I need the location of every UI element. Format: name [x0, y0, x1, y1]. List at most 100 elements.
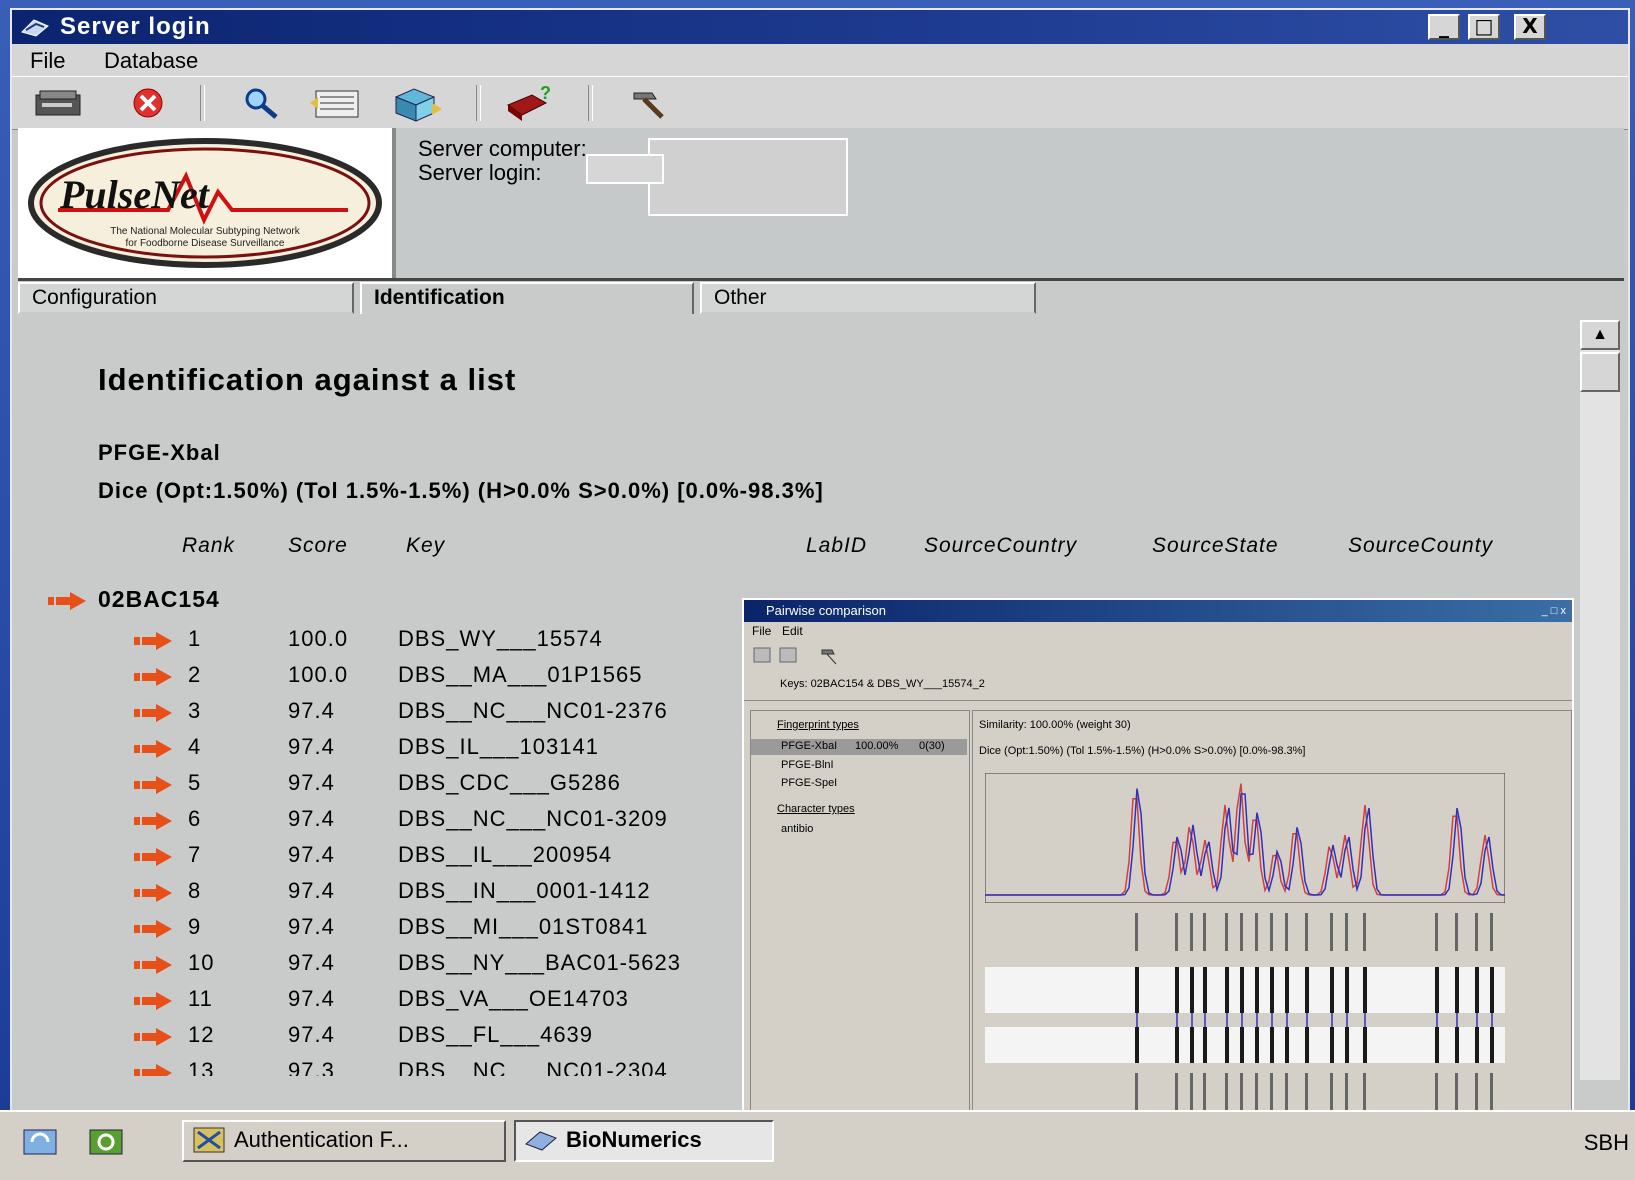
selected-fingerprint-row[interactable]: PFGE-XbaI 100.00% 0(30) — [751, 739, 967, 755]
column-header-rank: Rank — [182, 534, 236, 557]
close-button[interactable]: X — [1514, 14, 1546, 40]
result-key: DBS__NC___NC01-2304 — [398, 1058, 668, 1076]
result-row[interactable]: 4 97.4 DBS_IL___103141 — [18, 734, 738, 766]
result-key: DBS_VA___OE14703 — [398, 986, 629, 1011]
search-icon[interactable] — [234, 83, 290, 123]
gel-band — [1270, 1027, 1274, 1063]
server-computer-field[interactable] — [648, 138, 848, 216]
arrow-icon — [134, 776, 172, 794]
taskbar: Authentication F... BioNumerics SBH — [0, 1110, 1635, 1180]
result-rank: 9 — [188, 914, 202, 939]
result-score: 100.0 — [288, 662, 349, 687]
server-login-field[interactable] — [586, 154, 664, 184]
help-book-icon[interactable]: ? — [502, 83, 558, 123]
pairwise-tool-icons[interactable] — [752, 644, 842, 668]
result-score: 97.4 — [288, 950, 335, 975]
pairwise-menu-bar: File Edit — [744, 622, 1572, 640]
page-title: Identification against a list — [98, 362, 517, 397]
server-info-panel: PulseNet The National Molecular Subtypin… — [18, 128, 1624, 281]
result-row[interactable]: 8 97.4 DBS__IN___0001-1412 — [18, 878, 738, 910]
arrow-icon — [134, 992, 172, 1010]
result-score: 97.4 — [288, 878, 335, 903]
pairwise-menu-file[interactable]: File — [752, 624, 771, 638]
gel-band — [1305, 967, 1309, 1013]
result-row[interactable]: 7 97.4 DBS__IL___200954 — [18, 842, 738, 874]
result-row[interactable]: 6 97.4 DBS__NC___NC01-3209 — [18, 806, 738, 838]
character-types-link[interactable]: Character types — [777, 803, 855, 815]
title-bar[interactable]: Server login _ □ X — [12, 10, 1628, 44]
scroll-up-button[interactable]: ▲ — [1580, 320, 1620, 350]
result-key: DBS__FL___4639 — [398, 1022, 594, 1047]
result-score: 97.4 — [288, 698, 335, 723]
pairwise-title-bar[interactable]: Pairwise comparison _ □ x — [744, 600, 1572, 622]
band-size-tick — [1175, 913, 1178, 951]
pulsenet-logo-panel: PulseNet The National Molecular Subtypin… — [18, 128, 396, 278]
fingerprint-type-blni[interactable]: PFGE-BlnI — [781, 759, 834, 771]
gel-lane — [985, 967, 1505, 1013]
result-key: DBS_WY___15574 — [398, 626, 603, 651]
hammer-icon[interactable] — [618, 83, 674, 123]
fingerprint-type-spei[interactable]: PFGE-SpeI — [781, 777, 837, 789]
gel-band — [1135, 1027, 1139, 1063]
result-key: DBS__NC___NC01-2376 — [398, 698, 668, 723]
minimize-button[interactable]: _ — [1428, 14, 1460, 40]
result-row[interactable]: 10 97.4 DBS__NY___BAC01-5623 — [18, 950, 738, 982]
densitometric-curve — [985, 773, 1505, 903]
arrow-icon — [134, 1028, 172, 1046]
result-rank: 4 — [188, 734, 202, 759]
arrow-icon — [134, 668, 172, 686]
menu-database[interactable]: Database — [104, 48, 198, 74]
column-header-sourcecountry: SourceCountry — [924, 534, 1078, 557]
band-size-tick — [1305, 913, 1308, 951]
result-rank: 8 — [188, 878, 202, 903]
pairwise-type-list: Fingerprint types PFGE-XbaI 100.00% 0(30… — [750, 710, 970, 1167]
pairwise-menu-edit[interactable]: Edit — [782, 624, 803, 638]
result-row[interactable]: 5 97.4 DBS_CDC___G5286 — [18, 770, 738, 802]
result-row[interactable]: 3 97.4 DBS__NC___NC01-2376 — [18, 698, 738, 730]
result-rank: 6 — [188, 806, 202, 831]
result-list: 1 100.0 DBS_WY___15574 2 100.0 DBS__MA___01P1… — [18, 626, 758, 1076]
toolbar: ? — [12, 76, 1628, 130]
result-row[interactable]: 2 100.0 DBS__MA___01P1565 — [18, 662, 738, 694]
system-tray-text: SBH — [1583, 1130, 1629, 1155]
quick-launch-app-icon[interactable] — [86, 1126, 126, 1158]
result-row[interactable]: 11 97.4 DBS_VA___OE14703 — [18, 986, 738, 1018]
taskbar-bionumerics[interactable]: BioNumerics — [514, 1120, 774, 1162]
fingerprint-types-link[interactable]: Fingerprint types — [777, 719, 859, 731]
logo-wordmark: PulseNet — [59, 172, 211, 217]
pairwise-detail-panel: Similarity: 100.00% (weight 30) Dice (Op… — [972, 710, 1572, 1167]
taskbar-authentication[interactable]: Authentication F... — [182, 1120, 506, 1162]
database-drawer-icon[interactable] — [30, 83, 86, 123]
result-row[interactable]: 9 97.4 DBS__MI___01ST0841 — [18, 914, 738, 946]
gel-band — [1363, 1027, 1367, 1063]
character-type-antibio[interactable]: antibio — [781, 823, 813, 835]
gel-band — [1175, 967, 1179, 1013]
package-icon[interactable] — [388, 83, 444, 123]
gel-band — [1435, 967, 1439, 1013]
result-row[interactable]: 13 97.3 DBS__NC___NC01-2304 — [18, 1058, 738, 1076]
gel-band — [1190, 1027, 1194, 1063]
svg-text:The National Molecular Subtypi: The National Molecular Subtyping Network — [110, 226, 301, 237]
gel-band — [1225, 967, 1229, 1013]
band-size-tick — [1435, 913, 1438, 951]
tab-configuration[interactable]: Configuration — [18, 282, 354, 314]
band-size-tick — [1190, 913, 1193, 951]
result-row[interactable]: 12 97.4 DBS__FL___4639 — [18, 1022, 738, 1054]
tab-identification[interactable]: Identification — [360, 282, 694, 314]
result-row[interactable]: 1 100.0 DBS_WY___15574 — [18, 626, 738, 658]
band-size-tick — [1225, 913, 1228, 951]
gel-band — [1490, 1027, 1494, 1063]
stop-icon[interactable] — [122, 83, 178, 123]
similarity-text: Similarity: 100.00% (weight 30) — [979, 719, 1131, 731]
menu-file[interactable]: File — [30, 48, 65, 74]
quick-launch-refresh-icon[interactable] — [20, 1126, 60, 1158]
result-key: DBS__NY___BAC01-5623 — [398, 950, 681, 975]
tab-other[interactable]: Other — [700, 282, 1036, 314]
method-text: Dice (Opt:1.50%) (Tol 1.5%-1.5%) (H>0.0%… — [979, 745, 1306, 757]
pairwise-window-controls[interactable]: _ □ x — [1542, 600, 1566, 622]
vertical-scrollbar[interactable]: ▲ — [1580, 320, 1620, 1080]
scroll-thumb[interactable] — [1580, 352, 1620, 392]
database-list-icon[interactable] — [308, 83, 364, 123]
maximize-button[interactable]: □ — [1468, 14, 1500, 40]
gel-band — [1203, 1027, 1207, 1063]
